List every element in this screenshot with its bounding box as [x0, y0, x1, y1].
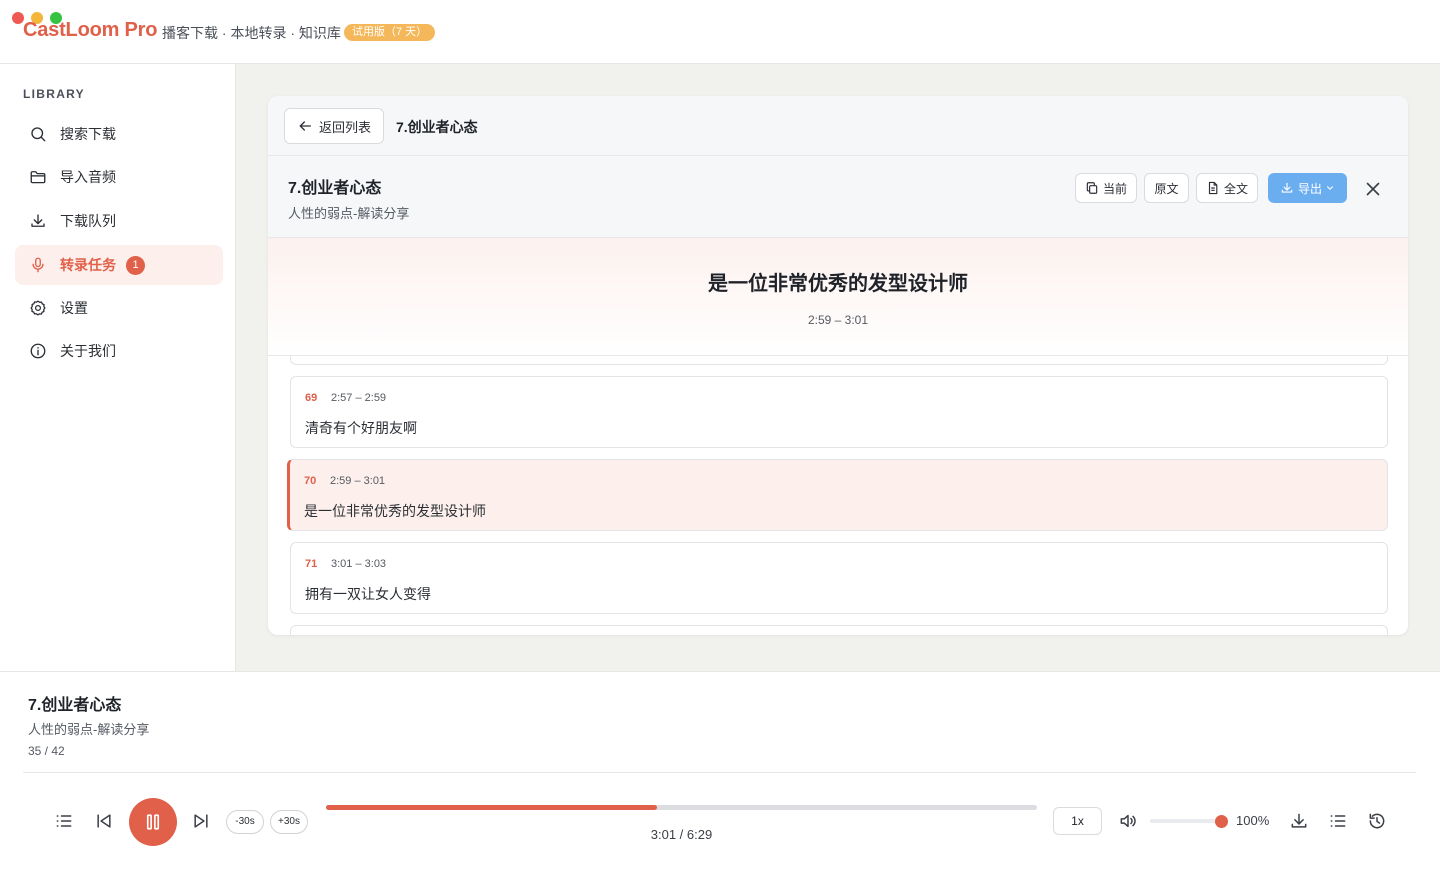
sidebar: LIBRARY 搜索下载 导入音频 下载队列 转录任务 1 设置 关于我们: [0, 64, 236, 671]
export-button[interactable]: 导出: [1268, 173, 1347, 203]
copy-icon: [1086, 182, 1098, 194]
breadcrumb-title: 7.创业者心态: [396, 119, 478, 135]
app-tagline: 播客下载 · 本地转录 · 知识库: [162, 25, 341, 41]
transcript-panel: 返回列表 7.创业者心态 7.创业者心态 人性的弱点-解读分享 当前 原文 全文…: [268, 96, 1408, 635]
microphone-icon: [32, 257, 44, 273]
progress-fill: [326, 805, 657, 810]
original-text-label: 原文: [1154, 181, 1179, 196]
copy-current-label: 当前: [1102, 181, 1127, 196]
original-text-button[interactable]: 原文: [1144, 173, 1189, 203]
sidebar-item-download-queue[interactable]: 下载队列: [15, 201, 223, 241]
info-icon: [30, 343, 46, 359]
audio-player: 7.创业者心态 人性的弱点-解读分享 35 / 42 -30s +30s 3:0…: [0, 671, 1440, 871]
progress-bar[interactable]: [326, 805, 1037, 810]
divider: [23, 772, 1416, 773]
rewind-30-button[interactable]: -30s: [226, 810, 264, 834]
playback-time: 3:01 / 6:29: [650, 827, 713, 842]
segment-time: 3:01 – 3:03: [331, 558, 387, 570]
sidebar-item-label: 下载队列: [60, 213, 116, 229]
sidebar-heading: LIBRARY: [23, 87, 85, 101]
full-text-label: 全文: [1223, 181, 1248, 196]
sidebar-item-label: 关于我们: [60, 343, 116, 359]
segment-text: 是一位非常优秀的发型设计师: [304, 503, 486, 519]
sidebar-item-transcription[interactable]: 转录任务 1: [15, 245, 223, 285]
playback-speed-button[interactable]: 1x: [1053, 807, 1102, 835]
now-playing-title: 7.创业者心态: [28, 697, 122, 714]
current-segment-text: 是一位非常优秀的发型设计师: [708, 273, 968, 295]
forward-30-button[interactable]: +30s: [270, 810, 308, 834]
sidebar-item-import[interactable]: 导入音频: [15, 157, 223, 197]
segment-time: 2:57 – 2:59: [331, 392, 387, 404]
trial-badge: 试用版（7 天）: [344, 24, 436, 41]
sidebar-item-label: 转录任务: [60, 257, 116, 273]
now-playing-subtitle: 人性的弱点-解读分享: [28, 722, 150, 737]
download-icon: [31, 214, 45, 227]
segment-number: 71: [305, 558, 318, 570]
playlist-icon[interactable]: [54, 811, 74, 831]
current-segment-time: 2:59 – 3:01: [807, 313, 869, 327]
panel-header: 返回列表 7.创业者心态: [268, 96, 1408, 156]
gear-icon: [30, 300, 46, 316]
volume-slider[interactable]: [1150, 819, 1221, 823]
back-button-label: 返回列表: [319, 119, 372, 135]
document-icon: [1208, 181, 1218, 195]
title-bar: CastLoom Pro 播客下载 · 本地转录 · 知识库 试用版（7 天）: [0, 0, 1440, 64]
full-text-button[interactable]: 全文: [1196, 173, 1258, 203]
skip-previous-icon[interactable]: [94, 811, 114, 831]
export-label: 导出: [1297, 181, 1322, 196]
segment-card-partial: [290, 625, 1388, 635]
download-icon[interactable]: [1289, 811, 1309, 831]
current-segment-display: 是一位非常优秀的发型设计师 2:59 – 3:01: [268, 238, 1408, 356]
pause-icon: [146, 814, 160, 830]
close-icon[interactable]: [1362, 178, 1384, 200]
skip-next-icon[interactable]: [191, 811, 211, 831]
sidebar-item-label: 搜索下载: [60, 126, 116, 142]
volume-knob[interactable]: [1214, 815, 1228, 828]
folder-icon: [30, 171, 46, 184]
episode-header: 7.创业者心态 人性的弱点-解读分享 当前 原文 全文 导出: [268, 156, 1408, 238]
pause-button[interactable]: [129, 798, 177, 846]
segment-text: 拥有一双让女人变得: [305, 586, 431, 602]
volume-percent: 100%: [1236, 813, 1270, 828]
episode-title: 7.创业者心态: [288, 180, 382, 197]
segment-card-active[interactable]: 70 2:59 – 3:01 是一位非常优秀的发型设计师: [287, 459, 1388, 531]
volume-icon[interactable]: [1118, 811, 1138, 831]
segment-list[interactable]: 69 2:57 – 2:59 清奇有个好朋友啊 70 2:59 – 3:01 是…: [268, 356, 1408, 635]
sidebar-item-search[interactable]: 搜索下载: [15, 114, 223, 154]
segment-number: 69: [305, 392, 318, 404]
arrow-left-icon: [299, 121, 311, 131]
segment-card[interactable]: 71 3:01 – 3:03 拥有一双让女人变得: [290, 542, 1388, 614]
segment-card-partial: [290, 356, 1388, 365]
segment-number: 70: [304, 475, 317, 487]
app-name: CastLoom Pro: [23, 19, 158, 41]
volume-fill: [1150, 819, 1221, 823]
download-icon: [1281, 182, 1293, 193]
task-count-badge: 1: [126, 255, 145, 275]
segment-card[interactable]: 69 2:57 – 2:59 清奇有个好朋友啊: [290, 376, 1388, 448]
sidebar-item-about[interactable]: 关于我们: [15, 331, 223, 371]
episode-subtitle: 人性的弱点-解读分享: [288, 206, 410, 221]
sidebar-item-label: 设置: [60, 300, 88, 316]
back-to-list-button[interactable]: 返回列表: [284, 108, 384, 144]
search-icon: [31, 127, 46, 142]
sidebar-item-settings[interactable]: 设置: [15, 288, 223, 328]
chevron-down-icon: [1326, 186, 1334, 190]
history-icon[interactable]: [1367, 811, 1387, 831]
queue-position: 35 / 42: [28, 744, 65, 758]
segment-time: 2:59 – 3:01: [330, 475, 386, 487]
sidebar-item-label: 导入音频: [60, 169, 116, 185]
copy-current-button[interactable]: 当前: [1075, 173, 1137, 203]
list-icon[interactable]: [1328, 811, 1348, 831]
segment-text: 清奇有个好朋友啊: [305, 420, 417, 436]
